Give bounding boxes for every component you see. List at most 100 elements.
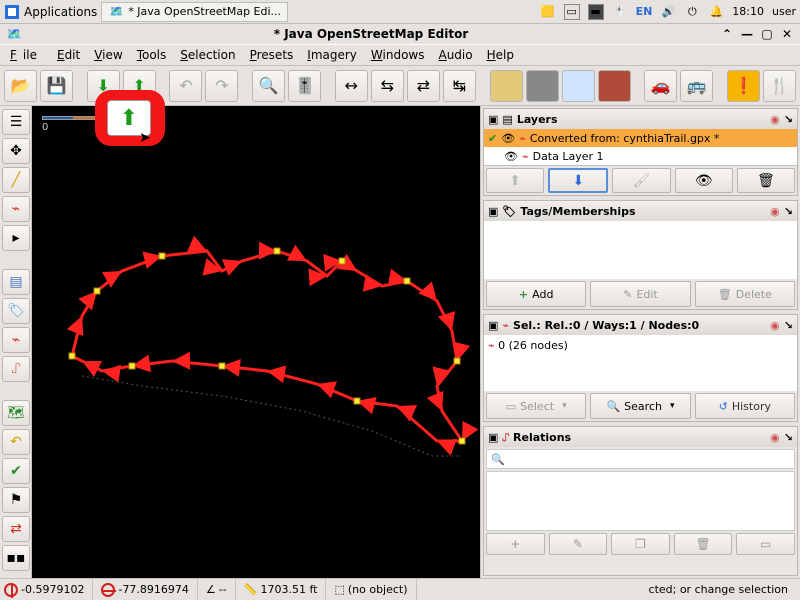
follow-button[interactable]: ↹ (443, 70, 476, 102)
apps-menu-label[interactable]: Applications (24, 5, 97, 19)
taskbar-item-josm[interactable]: 🗺️ * Java OpenStreetMap Edi... (101, 2, 288, 22)
mouse-icon[interactable]: 🖱️ (612, 4, 628, 20)
layer-delete-button[interactable]: 🗑 (737, 168, 795, 193)
validate-toggle[interactable]: ✔ (2, 458, 30, 484)
help-icon[interactable]: ◉ (770, 205, 780, 218)
user-label[interactable]: user (772, 5, 796, 18)
search-combo[interactable]: 🔍 Search (590, 393, 690, 419)
rel-delete-button[interactable]: 🗑 (674, 533, 733, 555)
pin-icon[interactable]: ↘ (784, 205, 793, 218)
undo-button[interactable]: ↶ (169, 70, 202, 102)
expand-toolbar[interactable]: ▸ (2, 225, 30, 251)
power-icon[interactable]: ⏻ (684, 4, 700, 20)
changeset-toggle[interactable]: ⇄ (2, 516, 30, 542)
close-button[interactable]: ✕ (780, 27, 794, 41)
extrude-tool[interactable]: ⌁ (2, 196, 30, 222)
layer-down-button[interactable]: ⬇ (548, 168, 608, 193)
rollup-button[interactable]: ⌃ (720, 27, 734, 41)
select-tool[interactable]: ☰ (2, 109, 30, 135)
menu-help[interactable]: Help (481, 46, 520, 64)
eye-icon[interactable]: 👁 (504, 150, 518, 163)
collapse-icon[interactable]: ▣ (488, 113, 498, 126)
pin-icon[interactable]: ↘ (784, 113, 793, 126)
preset-grass[interactable] (490, 70, 523, 102)
draw-tool[interactable]: ╱ (2, 167, 30, 193)
preset-road[interactable] (526, 70, 559, 102)
distribute-button[interactable]: ⇆ (371, 70, 404, 102)
redo-button[interactable]: ↷ (205, 70, 238, 102)
apps-menu-icon[interactable] (4, 4, 20, 20)
undo-side[interactable]: ↶ (2, 429, 30, 455)
menu-windows[interactable]: Windows (365, 46, 431, 64)
rel-edit-button[interactable]: ✎ (549, 533, 608, 555)
menu-imagery[interactable]: Imagery (301, 46, 363, 64)
workspace-2-icon[interactable]: ▬ (588, 4, 604, 20)
tray-app-icon[interactable]: 🟨 (540, 4, 556, 20)
tag-edit-button[interactable]: ✎Edit (590, 281, 690, 307)
menu-audio[interactable]: Audio (432, 46, 478, 64)
align-button[interactable]: ↔ (335, 70, 368, 102)
map-canvas[interactable]: 0 164.0 ft (32, 106, 480, 578)
history-button[interactable]: ↺ History (695, 393, 795, 419)
menu-tools[interactable]: Tools (131, 46, 173, 64)
cursor-object-icon: ⬚ (334, 583, 344, 596)
status-lon: -77.8916974 (118, 583, 188, 596)
preset-warning[interactable]: ❗ (727, 70, 760, 102)
open-button[interactable]: 📂 (4, 70, 37, 102)
bell-icon[interactable]: 🔔 (708, 4, 724, 20)
menubar: File Edit View Tools Selection Presets I… (0, 44, 800, 66)
selection-list[interactable]: ⌁ 0 (26 nodes) (484, 335, 797, 391)
preset-building[interactable] (598, 70, 631, 102)
layer-toggle-button[interactable]: 🖌 (612, 168, 670, 193)
rel-add-button[interactable]: + (486, 533, 545, 555)
layer-up-button[interactable]: ⬆ (486, 168, 544, 193)
tag-add-button[interactable]: +Add (486, 281, 586, 307)
menu-presets[interactable]: Presets (244, 46, 300, 64)
help-icon[interactable]: ◉ (770, 431, 780, 444)
save-button[interactable]: 💾 (40, 70, 73, 102)
volume-icon[interactable]: 🔊 (660, 4, 676, 20)
map-toggle[interactable]: 🗺 (2, 400, 30, 426)
help-icon[interactable]: ◉ (770, 113, 780, 126)
relations-filter-input[interactable]: 🔍 (486, 449, 795, 469)
rel-select-button[interactable]: ▭ (736, 533, 795, 555)
pin-icon[interactable]: ↘ (784, 431, 793, 444)
eye-icon[interactable]: 👁 (501, 132, 515, 145)
relations-toggle[interactable]: ⑀ (2, 356, 30, 382)
collapse-icon[interactable]: ▣ (488, 205, 498, 218)
layers-toggle[interactable]: ▤ (2, 269, 30, 295)
layer-row-1[interactable]: ✔ 👁 ⌁ Converted from: cynthiaTrail.gpx * (484, 129, 797, 147)
way-icon: ⌁ (488, 339, 495, 352)
preferences-button[interactable]: 🎚️ (288, 70, 321, 102)
menu-view[interactable]: View (88, 46, 128, 64)
lang-indicator[interactable]: EN (636, 5, 653, 18)
select-combo[interactable]: ▭ Select (486, 393, 586, 419)
more-tools[interactable]: ▪▪ (2, 545, 30, 571)
search-tool-button[interactable]: 🔍 (252, 70, 285, 102)
maximize-button[interactable]: ▢ (760, 27, 774, 41)
help-icon[interactable]: ◉ (770, 319, 780, 332)
clock[interactable]: 18:10 (732, 5, 764, 18)
menu-edit[interactable]: Edit (51, 46, 86, 64)
layer-row-2[interactable]: 👁 ⌁ Data Layer 1 (484, 147, 797, 165)
menu-file[interactable]: File (4, 46, 49, 64)
preset-water[interactable] (562, 70, 595, 102)
selection-item: 0 (26 nodes) (498, 339, 568, 352)
filter-toggle[interactable]: ⚑ (2, 487, 30, 513)
pin-icon[interactable]: ↘ (784, 319, 793, 332)
collapse-icon[interactable]: ▣ (488, 319, 498, 332)
menu-selection[interactable]: Selection (174, 46, 241, 64)
rel-dup-button[interactable]: ❐ (611, 533, 670, 555)
move-tool[interactable]: ✥ (2, 138, 30, 164)
layer-visibility-button[interactable]: 👁 (675, 168, 733, 193)
mirror-button[interactable]: ⇄ (407, 70, 440, 102)
workspace-1-icon[interactable]: ▭ (564, 4, 580, 20)
tag-delete-button[interactable]: 🗑Delete (695, 281, 795, 307)
minimize-button[interactable]: — (740, 27, 754, 41)
preset-bus[interactable]: 🚌 (680, 70, 713, 102)
preset-car[interactable]: 🚗 (644, 70, 677, 102)
collapse-icon[interactable]: ▣ (488, 431, 498, 444)
preset-food[interactable]: 🍴 (763, 70, 796, 102)
tags-toggle[interactable]: 🏷 (2, 298, 30, 324)
selection-toggle[interactable]: ⌁ (2, 327, 30, 353)
